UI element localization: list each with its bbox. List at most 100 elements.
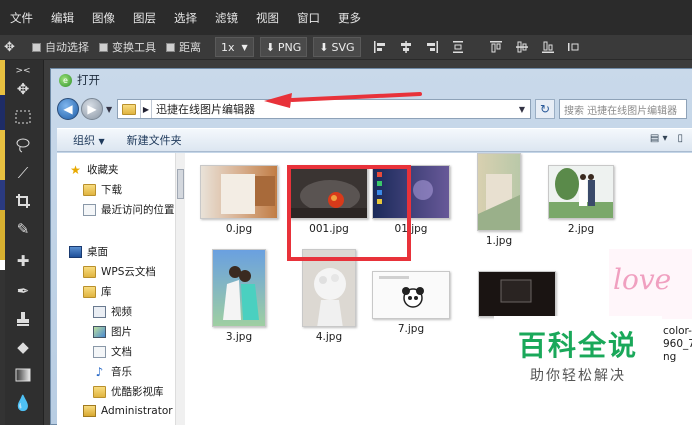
chevron-down-icon: ▼ <box>241 42 248 52</box>
move-tool-icon[interactable]: ✥ <box>14 80 32 98</box>
watermark-title: 百科全说 <box>517 329 638 362</box>
refresh-button[interactable]: ↻ <box>535 99 555 119</box>
file-item[interactable]: 1.jpg <box>457 153 541 247</box>
music-icon: ♪ <box>95 364 104 379</box>
align-center-horizontal-icon[interactable] <box>399 40 413 54</box>
nav-item-videos[interactable]: 视频 <box>93 304 132 319</box>
menu-filter[interactable]: 滤镜 <box>215 10 238 26</box>
options-bar: ✥ 自动选择 变换工具 距离 1x ▼ ⬇ PNG ⬇ SVG <box>0 35 692 60</box>
healing-tool-icon[interactable]: ✚ <box>14 252 32 270</box>
command-bar: 组织 ▼ 新建文件夹 ▤ ▾ ▯ <box>57 128 692 152</box>
menu-more[interactable]: 更多 <box>338 10 361 26</box>
nav-pane-scrollbar[interactable] <box>175 153 185 425</box>
export-png-button[interactable]: ⬇ PNG <box>259 37 308 57</box>
file-name: 3.jpg <box>225 331 253 343</box>
video-icon <box>93 305 106 318</box>
nav-item-recent-places[interactable]: 最近访问的位置 <box>83 202 175 217</box>
file-item[interactable] <box>475 271 559 317</box>
magic-wand-tool-icon[interactable]: ⟋ <box>14 164 32 182</box>
stamp-tool-icon[interactable] <box>14 310 32 328</box>
nav-item-wps-cloud[interactable]: WPS云文档 <box>83 264 156 279</box>
nav-item-administrator[interactable]: Administrator <box>83 405 173 417</box>
nav-item-music[interactable]: ♪ 音乐 <box>93 364 132 379</box>
file-item[interactable]: love <box>609 249 692 319</box>
file-item[interactable]: 3.jpg <box>197 249 281 343</box>
marquee-tool-icon[interactable] <box>14 108 32 126</box>
watermark: 百科全说 助你轻松解决 <box>494 316 662 398</box>
crop-tool-icon[interactable] <box>14 192 32 210</box>
menu-window[interactable]: 窗口 <box>297 10 320 26</box>
align-left-icon[interactable] <box>373 40 387 54</box>
annotation-arrow <box>264 92 422 108</box>
menu-select[interactable]: 选择 <box>174 10 197 26</box>
nav-item-favorites[interactable]: ★ 收藏夹 <box>69 162 118 177</box>
new-folder-button[interactable]: 新建文件夹 <box>127 132 182 148</box>
menu-image[interactable]: 图像 <box>92 10 115 26</box>
view-options-icon[interactable]: ▤ ▾ <box>650 133 668 144</box>
organize-button[interactable]: 组织 ▼ <box>73 132 105 148</box>
file-name: 4.jpg <box>315 331 343 343</box>
auto-select-option[interactable]: 自动选择 <box>32 39 89 55</box>
preview-pane-icon[interactable]: ▯ <box>677 133 683 144</box>
search-input[interactable]: 搜索 迅捷在线图片编辑器 <box>559 99 687 119</box>
lasso-tool-icon[interactable] <box>14 136 32 154</box>
menu-edit[interactable]: 编辑 <box>51 10 74 26</box>
tool-panel: >< ✥ ⟋ ✎ ✚ ✒ ◆ 💧 <box>0 60 44 425</box>
file-name-partial: color- 960_7 ng <box>663 325 692 363</box>
file-item[interactable]: 4.jpg <box>287 249 371 343</box>
picture-icon <box>93 325 106 338</box>
brush-tool-icon[interactable]: ✒ <box>14 282 32 300</box>
breadcrumb-chevron-icon[interactable]: ▶ <box>140 100 152 118</box>
eyedropper-tool-icon[interactable]: ✎ <box>14 220 32 238</box>
distance-checkbox[interactable] <box>166 42 175 52</box>
transform-tools-checkbox[interactable] <box>99 42 108 52</box>
recent-pages-dropdown[interactable]: ▼ <box>106 105 114 114</box>
navigation-pane: ★ 收藏夹 下载 最近访问的位置 桌面 WPS云文档 库 视频 图片 文档 ♪ 音乐… <box>57 153 181 425</box>
auto-select-checkbox[interactable] <box>32 42 41 52</box>
align-right-icon[interactable] <box>425 40 439 54</box>
file-thumbnail <box>548 165 614 219</box>
menu-layer[interactable]: 图层 <box>133 10 156 26</box>
eraser-tool-icon[interactable]: ◆ <box>14 338 32 356</box>
address-dropdown-icon[interactable]: ▼ <box>519 105 525 114</box>
distribute-vertical-icon[interactable] <box>451 40 465 54</box>
file-item[interactable]: 0.jpg <box>197 165 281 235</box>
nav-item-desktop[interactable]: 桌面 <box>69 244 108 259</box>
view-controls: ▤ ▾ ▯ <box>650 133 683 144</box>
distance-option[interactable]: 距离 <box>166 39 201 55</box>
nav-item-downloads[interactable]: 下载 <box>83 182 122 197</box>
collapse-icon[interactable]: >< <box>14 62 32 80</box>
user-folder-icon <box>83 405 96 417</box>
forward-button[interactable]: ▶ <box>81 98 103 120</box>
arrow-left-icon: ◀ <box>63 102 73 116</box>
download-icon: ⬇ <box>265 40 275 54</box>
scrollbar-thumb[interactable] <box>177 169 184 199</box>
move-tool-icon[interactable]: ✥ <box>4 40 26 55</box>
align-top-icon[interactable] <box>489 40 503 54</box>
recent-places-icon <box>83 203 96 216</box>
transform-tools-option[interactable]: 变换工具 <box>99 39 156 55</box>
menu-view[interactable]: 视图 <box>256 10 279 26</box>
align-middle-icon[interactable] <box>515 40 529 54</box>
file-thumbnail: love <box>609 249 692 319</box>
file-item[interactable]: 2.jpg <box>539 165 623 235</box>
blur-tool-icon[interactable]: 💧 <box>14 394 33 412</box>
zoom-select[interactable]: 1x ▼ <box>215 37 254 57</box>
nav-item-documents[interactable]: 文档 <box>93 344 132 359</box>
file-thumbnail <box>478 271 556 317</box>
file-item[interactable]: 7.jpg <box>369 271 453 335</box>
gradient-tool-icon[interactable] <box>14 366 32 384</box>
folder-icon <box>122 103 136 115</box>
menu-bar: 文件 编辑 图像 图层 选择 滤镜 视图 窗口 更多 <box>0 0 692 35</box>
folder-icon <box>93 385 106 398</box>
export-svg-button[interactable]: ⬇ SVG <box>313 37 361 57</box>
nav-item-pictures[interactable]: 图片 <box>93 324 132 339</box>
menu-file[interactable]: 文件 <box>10 10 33 26</box>
distribute-horizontal-icon[interactable] <box>567 40 581 54</box>
nav-item-libraries[interactable]: 库 <box>83 284 112 299</box>
align-bottom-icon[interactable] <box>541 40 555 54</box>
nav-item-youku-library[interactable]: 优酷影视库 <box>93 384 164 399</box>
back-button[interactable]: ◀ <box>57 98 79 120</box>
arrow-right-icon: ▶ <box>87 102 97 116</box>
address-path: 迅捷在线图片编辑器 <box>156 103 255 116</box>
